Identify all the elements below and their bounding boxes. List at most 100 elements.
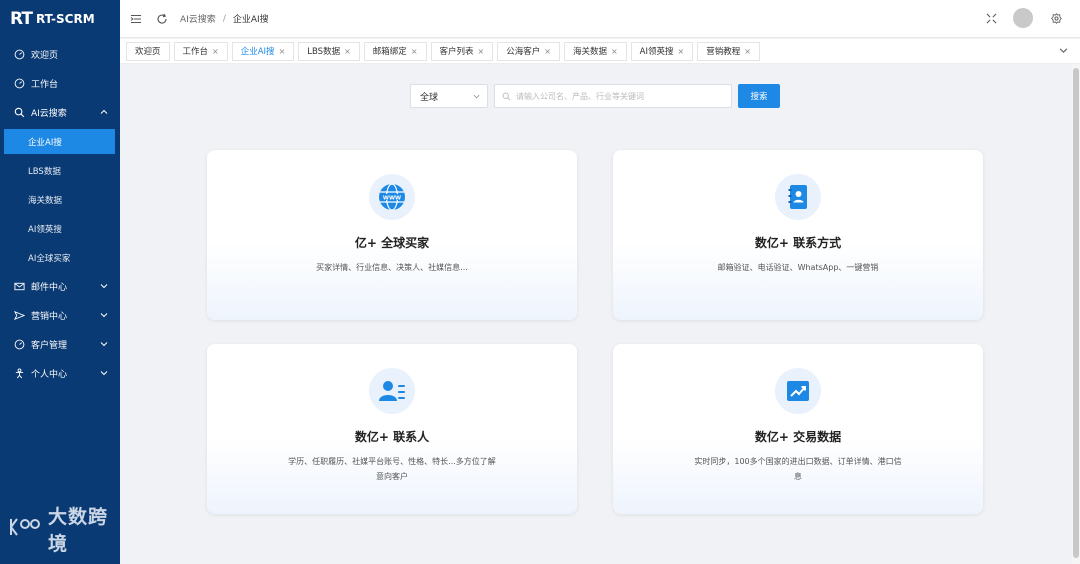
card-description: 邮箱验证、电话验证、WhatsApp、一键营销 bbox=[717, 263, 879, 272]
menu-fold-icon[interactable] bbox=[130, 13, 142, 25]
sidebar-nav: 欢迎页 工作台 AI云搜索 企业AI搜 LBS数据 海关数据 AI领英搜 AI全… bbox=[0, 40, 120, 388]
tab-label: 海关数据 bbox=[572, 47, 607, 57]
tab-welcome[interactable]: 欢迎页 bbox=[126, 41, 170, 61]
chevron-down-icon bbox=[100, 371, 108, 376]
dashboard-icon bbox=[14, 78, 25, 89]
region-select-value: 全球 bbox=[420, 92, 439, 103]
close-icon[interactable]: × bbox=[478, 47, 485, 56]
tab-label: 客户列表 bbox=[439, 47, 474, 57]
close-icon[interactable]: × bbox=[678, 47, 685, 56]
search-button[interactable]: 搜索 bbox=[738, 84, 780, 108]
sidebar-subitem-enterprise-ai-search[interactable]: 企业AI搜 bbox=[4, 129, 115, 154]
feature-card-global-buyers[interactable]: WWW 亿+ 全球买家 买家详情、行业信息、决策人、社媒信息... bbox=[207, 150, 577, 320]
send-icon bbox=[14, 310, 25, 321]
tab-bar: 欢迎页 工作台 × 企业AI搜 × LBS数据 × 邮箱绑定 × 客户列表 × 公海客户 ×… bbox=[120, 39, 1080, 64]
sidebar-item-customer-management[interactable]: 客户管理 bbox=[0, 330, 120, 359]
breadcrumb: AI云搜索 / 企业AI搜 bbox=[180, 12, 269, 26]
sidebar-item-mail-center[interactable]: 邮件中心 bbox=[0, 272, 120, 301]
tab-customs-data[interactable]: 海关数据 × bbox=[563, 41, 627, 61]
feature-card-trade-data[interactable]: 数亿+ 交易数据 实时同步，100多个国家的进出口数据、订单详情、港口信息 bbox=[613, 344, 983, 514]
main-scrollbar[interactable] bbox=[1072, 64, 1080, 564]
close-icon[interactable]: × bbox=[411, 47, 418, 56]
sidebar-item-workbench[interactable]: 工作台 bbox=[0, 69, 120, 98]
card-title: 亿+ 全球买家 bbox=[354, 236, 430, 250]
close-icon[interactable]: × bbox=[279, 47, 286, 56]
close-icon[interactable]: × bbox=[611, 47, 618, 56]
person-card-icon bbox=[369, 368, 415, 414]
tab-label: LBS数据 bbox=[307, 47, 341, 57]
sidebar-subitem-lbs-data[interactable]: LBS数据 bbox=[0, 156, 120, 185]
breadcrumb-current: 企业AI搜 bbox=[232, 15, 269, 25]
sidebar-item-welcome[interactable]: 欢迎页 bbox=[0, 40, 120, 69]
sidebar-item-personal-center[interactable]: 个人中心 bbox=[0, 359, 120, 388]
tab-ai-linkedin-search[interactable]: AI领英搜 × bbox=[630, 41, 694, 61]
tab-public-customers[interactable]: 公海客户 × bbox=[497, 41, 560, 61]
card-description: 学历、任职履历、社媒平台账号、性格、特长...多方位了解意向客户 bbox=[288, 457, 496, 481]
chevron-down-icon bbox=[100, 284, 108, 289]
watermark: 大数跨境 bbox=[8, 502, 120, 556]
logo[interactable]: RT RT-SCRM bbox=[0, 0, 120, 38]
feature-card-contacts[interactable]: 数亿+ 联系人 学历、任职履历、社媒平台账号、性格、特长...多方位了解意向客户 bbox=[207, 344, 577, 514]
scrollbar-thumb[interactable] bbox=[1073, 68, 1079, 558]
tab-lbs-data[interactable]: LBS数据 × bbox=[298, 41, 360, 61]
fullscreen-icon[interactable] bbox=[986, 13, 997, 24]
sidebar-item-label: 营销中心 bbox=[31, 312, 68, 322]
sidebar-subitem-customs-data[interactable]: 海关数据 bbox=[0, 185, 120, 214]
sidebar-item-label: AI云搜索 bbox=[31, 109, 67, 119]
watermark-text: 大数跨境 bbox=[48, 506, 109, 555]
breadcrumb-separator: / bbox=[222, 13, 226, 24]
avatar[interactable] bbox=[1013, 8, 1033, 28]
search-icon bbox=[502, 92, 511, 100]
watermark-logo-icon bbox=[8, 516, 42, 543]
close-icon[interactable]: × bbox=[544, 47, 551, 56]
mail-icon bbox=[14, 281, 25, 292]
svg-text:WWW: WWW bbox=[383, 195, 401, 201]
tab-label: 邮箱绑定 bbox=[372, 47, 407, 57]
feature-card-contact-methods[interactable]: 数亿+ 联系方式 邮箱验证、电话验证、WhatsApp、一键营销 bbox=[613, 150, 983, 320]
card-title: 数亿+ 联系方式 bbox=[754, 236, 842, 250]
search-field[interactable] bbox=[494, 84, 732, 108]
chevron-down-icon bbox=[473, 94, 480, 99]
logo-mark: RT bbox=[10, 9, 33, 29]
region-select[interactable]: 全球 bbox=[410, 84, 488, 108]
sidebar-item-label: 邮件中心 bbox=[31, 283, 68, 293]
chevron-down-icon[interactable] bbox=[1059, 46, 1068, 55]
tab-label: 企业AI搜 bbox=[240, 47, 275, 57]
tab-workbench[interactable]: 工作台 × bbox=[173, 41, 228, 61]
tab-marketing-tutorial[interactable]: 营销教程 × bbox=[697, 41, 760, 61]
dashboard-icon bbox=[14, 339, 25, 350]
breadcrumb-item[interactable]: AI云搜索 bbox=[180, 12, 216, 25]
globe-www-icon: WWW bbox=[369, 174, 415, 220]
chevron-down-icon bbox=[100, 342, 108, 347]
brand-name: RT-SCRM bbox=[35, 12, 95, 26]
card-title: 数亿+ 交易数据 bbox=[754, 430, 842, 444]
close-icon[interactable]: × bbox=[344, 47, 351, 56]
sidebar-subitem-ai-linkedin-search[interactable]: AI领英搜 bbox=[0, 214, 120, 243]
card-title: 数亿+ 联系人 bbox=[354, 430, 430, 444]
close-icon[interactable]: × bbox=[212, 47, 219, 56]
search-input[interactable] bbox=[516, 91, 716, 101]
gear-icon[interactable] bbox=[1051, 12, 1062, 24]
header-actions bbox=[986, 8, 1062, 28]
sidebar-item-label: 客户管理 bbox=[31, 341, 68, 351]
chevron-up-icon bbox=[100, 109, 108, 114]
top-header: AI云搜索 / 企业AI搜 bbox=[120, 0, 1080, 38]
refresh-icon[interactable] bbox=[156, 13, 168, 25]
close-icon[interactable]: × bbox=[744, 47, 751, 56]
tab-customer-list[interactable]: 客户列表 × bbox=[430, 41, 494, 61]
tab-label: 公海客户 bbox=[506, 47, 541, 57]
tab-label: 工作台 bbox=[182, 47, 209, 57]
tab-enterprise-ai-search[interactable]: 企业AI搜 × bbox=[231, 41, 295, 61]
sidebar-item-marketing-center[interactable]: 营销中心 bbox=[0, 301, 120, 330]
search-icon bbox=[14, 107, 25, 118]
sidebar-item-label: 工作台 bbox=[31, 80, 59, 90]
tab-label: 欢迎页 bbox=[135, 47, 161, 57]
card-description: 买家详情、行业信息、决策人、社媒信息... bbox=[316, 263, 468, 272]
card-description: 实时同步，100多个国家的进出口数据、订单详情、港口信息 bbox=[694, 457, 902, 481]
tab-mailbox-binding[interactable]: 邮箱绑定 × bbox=[363, 41, 427, 61]
sidebar-subitem-ai-global-buyers[interactable]: AI全球买家 bbox=[0, 243, 120, 272]
sidebar-item-ai-search[interactable]: AI云搜索 bbox=[0, 98, 120, 127]
person-icon bbox=[14, 368, 25, 379]
sidebar: RT RT-SCRM 欢迎页 工作台 AI云搜索 企业AI搜 LBS数据 海关数… bbox=[0, 0, 120, 564]
search-bar: 全球 搜索 bbox=[410, 84, 780, 108]
